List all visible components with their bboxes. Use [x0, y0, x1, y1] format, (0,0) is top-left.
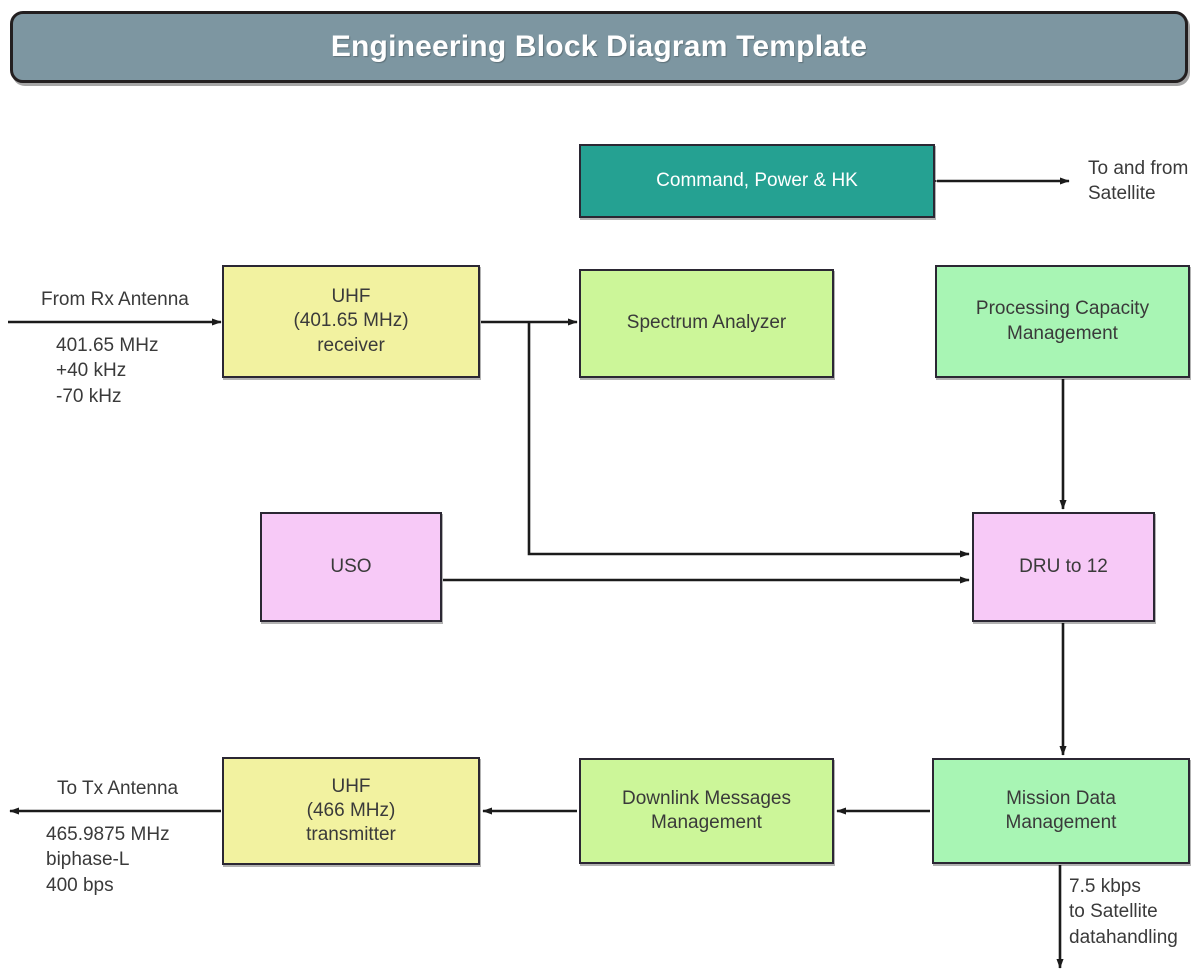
block-downlink-messages-management[interactable]: Downlink Messages Management — [579, 758, 834, 864]
block-uhf-transmitter[interactable]: UHF (466 MHz) transmitter — [222, 757, 480, 865]
block-processing-capacity-management-label: Processing Capacity Management — [975, 298, 1150, 344]
block-dru-to-12-label: DRU to 12 — [1019, 555, 1108, 577]
annotation-to-and-from-satellite: To and from Satellite — [1088, 158, 1189, 205]
block-uhf-transmitter-label: UHF (466 MHz) transmitter — [306, 775, 396, 846]
block-spectrum-analyzer[interactable]: Spectrum Analyzer — [579, 269, 834, 378]
block-processing-capacity-management[interactable]: Processing Capacity Management — [935, 265, 1190, 378]
block-mission-data-management-label: Mission Data Management — [1005, 787, 1117, 833]
annotation-tx-signal-spec: 465.9875 MHz biphase-L 400 bps — [46, 824, 170, 896]
annotation-rx-signal-spec: 401.65 MHz +40 kHz -70 kHz — [56, 335, 159, 407]
block-uhf-receiver[interactable]: UHF (401.65 MHz) receiver — [222, 265, 480, 378]
block-spectrum-analyzer-label: Spectrum Analyzer — [626, 312, 787, 334]
block-dru-to-12[interactable]: DRU to 12 — [972, 512, 1155, 622]
block-command-power-hk-label: Command, Power & HK — [656, 169, 858, 191]
diagram-canvas: Engineering Block Diagram Template To an… — [0, 0, 1200, 975]
block-uso-label: USO — [330, 555, 372, 577]
annotation-to-tx-antenna: To Tx Antenna — [57, 778, 179, 799]
block-command-power-hk[interactable]: Command, Power & HK — [579, 144, 935, 218]
annotation-downlink-rate: 7.5 kbps to Satellite datahandling — [1069, 876, 1178, 948]
block-downlink-messages-management-label: Downlink Messages Management — [622, 787, 791, 833]
block-uso[interactable]: USO — [260, 512, 442, 622]
block-uhf-receiver-label: UHF (401.65 MHz) receiver — [293, 286, 409, 356]
annotation-from-rx-antenna: From Rx Antenna — [41, 289, 189, 310]
block-mission-data-management[interactable]: Mission Data Management — [932, 758, 1190, 864]
